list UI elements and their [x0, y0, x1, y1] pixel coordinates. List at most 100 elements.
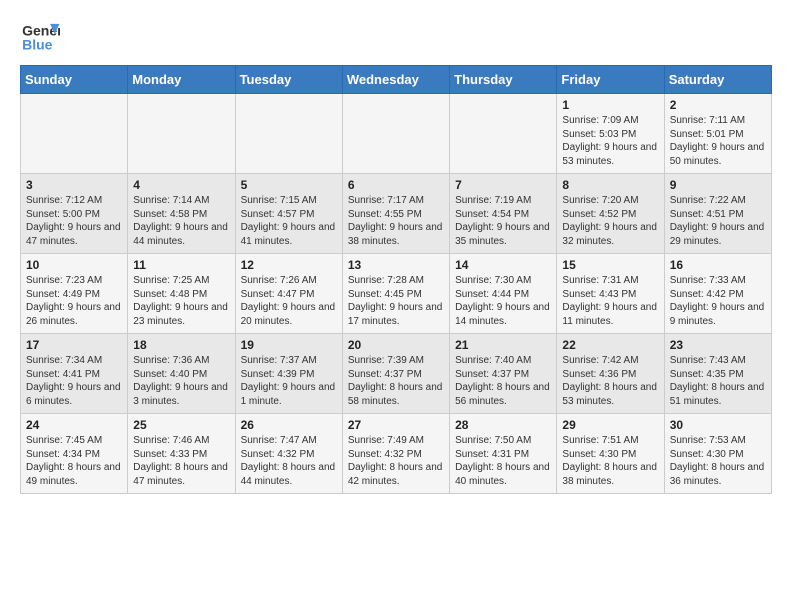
week-row-5: 24Sunrise: 7:45 AM Sunset: 4:34 PM Dayli… — [21, 414, 772, 494]
day-number: 28 — [455, 418, 551, 432]
calendar-cell: 23 Sunrise: 7:43 AM Sunset: 4:35 PM Dayli… — [664, 334, 771, 414]
calendar-cell: 10 Sunrise: 7:23 AM Sunset: 4:49 PM Dayli… — [21, 254, 128, 334]
day-number: 19 — [241, 338, 337, 352]
day-number: 11 — [133, 258, 229, 272]
day-info: Sunrise: 7:31 AM Sunset: 4:43 PM Dayligh… — [562, 274, 658, 328]
day-info: Sunrise: 7:15 AM Sunset: 4:57 PM Dayligh… — [241, 194, 337, 248]
calendar-cell: 28 Sunrise: 7:50 AM Sunset: 4:31 PM Dayli… — [450, 414, 557, 494]
day-number: 23 — [670, 338, 766, 352]
day-number: 5 — [241, 178, 337, 192]
logo: General Blue — [20, 20, 62, 55]
day-info: Sunrise: 7:09 AM Sunset: 5:03 PM Dayligh… — [562, 114, 658, 168]
header-day-sunday: Sunday — [21, 66, 128, 94]
calendar-cell: 7 Sunrise: 7:19 AM Sunset: 4:54 PM Daylig… — [450, 174, 557, 254]
day-number: 15 — [562, 258, 658, 272]
day-info: Sunrise: 7:42 AM Sunset: 4:36 PM Dayligh… — [562, 354, 658, 408]
day-info: Sunrise: 7:34 AM Sunset: 4:41 PM Dayligh… — [26, 354, 122, 408]
day-info: Sunrise: 7:50 AM Sunset: 4:31 PM Dayligh… — [455, 434, 551, 488]
calendar-cell: 24Sunrise: 7:45 AM Sunset: 4:34 PM Dayli… — [21, 414, 128, 494]
day-info: Sunrise: 7:33 AM Sunset: 4:42 PM Dayligh… — [670, 274, 766, 328]
day-info: Sunrise: 7:45 AM Sunset: 4:34 PM Dayligh… — [26, 434, 122, 488]
day-info: Sunrise: 7:17 AM Sunset: 4:55 PM Dayligh… — [348, 194, 444, 248]
calendar-cell: 29Sunrise: 7:51 AM Sunset: 4:30 PM Dayli… — [557, 414, 664, 494]
day-info: Sunrise: 7:14 AM Sunset: 4:58 PM Dayligh… — [133, 194, 229, 248]
header-day-tuesday: Tuesday — [235, 66, 342, 94]
day-info: Sunrise: 7:43 AM Sunset: 4:35 PM Dayligh… — [670, 354, 766, 408]
calendar-cell: 4 Sunrise: 7:14 AM Sunset: 4:58 PM Daylig… — [128, 174, 235, 254]
day-number: 25 — [133, 418, 229, 432]
calendar-cell: 5 Sunrise: 7:15 AM Sunset: 4:57 PM Daylig… — [235, 174, 342, 254]
logo-icon: General Blue — [20, 20, 60, 55]
day-info: Sunrise: 7:49 AM Sunset: 4:32 PM Dayligh… — [348, 434, 444, 488]
day-number: 2 — [670, 98, 766, 112]
day-info: Sunrise: 7:37 AM Sunset: 4:39 PM Dayligh… — [241, 354, 337, 408]
day-number: 12 — [241, 258, 337, 272]
calendar-cell: 11 Sunrise: 7:25 AM Sunset: 4:48 PM Dayli… — [128, 254, 235, 334]
calendar-cell: 16 Sunrise: 7:33 AM Sunset: 4:42 PM Dayli… — [664, 254, 771, 334]
svg-text:Blue: Blue — [22, 37, 53, 53]
calendar-cell: 1Sunrise: 7:09 AM Sunset: 5:03 PM Daylig… — [557, 94, 664, 174]
day-info: Sunrise: 7:53 AM Sunset: 4:30 PM Dayligh… — [670, 434, 766, 488]
week-row-1: 1Sunrise: 7:09 AM Sunset: 5:03 PM Daylig… — [21, 94, 772, 174]
day-info: Sunrise: 7:40 AM Sunset: 4:37 PM Dayligh… — [455, 354, 551, 408]
day-info: Sunrise: 7:46 AM Sunset: 4:33 PM Dayligh… — [133, 434, 229, 488]
calendar-cell: 8Sunrise: 7:20 AM Sunset: 4:52 PM Daylig… — [557, 174, 664, 254]
calendar-cell: 27Sunrise: 7:49 AM Sunset: 4:32 PM Dayli… — [342, 414, 449, 494]
day-number: 13 — [348, 258, 444, 272]
day-info: Sunrise: 7:36 AM Sunset: 4:40 PM Dayligh… — [133, 354, 229, 408]
day-info: Sunrise: 7:28 AM Sunset: 4:45 PM Dayligh… — [348, 274, 444, 328]
calendar-cell: 9Sunrise: 7:22 AM Sunset: 4:51 PM Daylig… — [664, 174, 771, 254]
day-number: 29 — [562, 418, 658, 432]
calendar-header-row: SundayMondayTuesdayWednesdayThursdayFrid… — [21, 66, 772, 94]
day-number: 14 — [455, 258, 551, 272]
day-number: 8 — [562, 178, 658, 192]
calendar-cell — [450, 94, 557, 174]
calendar-cell: 19 Sunrise: 7:37 AM Sunset: 4:39 PM Dayli… — [235, 334, 342, 414]
day-number: 18 — [133, 338, 229, 352]
day-info: Sunrise: 7:47 AM Sunset: 4:32 PM Dayligh… — [241, 434, 337, 488]
day-number: 9 — [670, 178, 766, 192]
calendar-cell: 3 Sunrise: 7:12 AM Sunset: 5:00 PM Daylig… — [21, 174, 128, 254]
calendar-cell: 18 Sunrise: 7:36 AM Sunset: 4:40 PM Dayli… — [128, 334, 235, 414]
calendar-cell — [235, 94, 342, 174]
day-number: 22 — [562, 338, 658, 352]
header-day-friday: Friday — [557, 66, 664, 94]
day-info: Sunrise: 7:11 AM Sunset: 5:01 PM Dayligh… — [670, 114, 766, 168]
calendar-cell: 17 Sunrise: 7:34 AM Sunset: 4:41 PM Dayli… — [21, 334, 128, 414]
day-number: 10 — [26, 258, 122, 272]
day-info: Sunrise: 7:19 AM Sunset: 4:54 PM Dayligh… — [455, 194, 551, 248]
day-info: Sunrise: 7:30 AM Sunset: 4:44 PM Dayligh… — [455, 274, 551, 328]
calendar-cell: 21 Sunrise: 7:40 AM Sunset: 4:37 PM Dayli… — [450, 334, 557, 414]
header-day-wednesday: Wednesday — [342, 66, 449, 94]
calendar-cell: 20Sunrise: 7:39 AM Sunset: 4:37 PM Dayli… — [342, 334, 449, 414]
calendar-cell: 30 Sunrise: 7:53 AM Sunset: 4:30 PM Dayli… — [664, 414, 771, 494]
day-number: 17 — [26, 338, 122, 352]
day-number: 20 — [348, 338, 444, 352]
day-number: 6 — [348, 178, 444, 192]
calendar-cell — [21, 94, 128, 174]
day-info: Sunrise: 7:26 AM Sunset: 4:47 PM Dayligh… — [241, 274, 337, 328]
day-info: Sunrise: 7:12 AM Sunset: 5:00 PM Dayligh… — [26, 194, 122, 248]
day-number: 16 — [670, 258, 766, 272]
day-number: 4 — [133, 178, 229, 192]
calendar-cell: 14 Sunrise: 7:30 AM Sunset: 4:44 PM Dayli… — [450, 254, 557, 334]
day-number: 26 — [241, 418, 337, 432]
calendar-cell: 22 Sunrise: 7:42 AM Sunset: 4:36 PM Dayli… — [557, 334, 664, 414]
header-day-monday: Monday — [128, 66, 235, 94]
day-number: 30 — [670, 418, 766, 432]
calendar-cell: 13 Sunrise: 7:28 AM Sunset: 4:45 PM Dayli… — [342, 254, 449, 334]
calendar-table: SundayMondayTuesdayWednesdayThursdayFrid… — [20, 65, 772, 494]
day-info: Sunrise: 7:25 AM Sunset: 4:48 PM Dayligh… — [133, 274, 229, 328]
day-number: 3 — [26, 178, 122, 192]
day-info: Sunrise: 7:23 AM Sunset: 4:49 PM Dayligh… — [26, 274, 122, 328]
day-number: 7 — [455, 178, 551, 192]
calendar-cell: 6 Sunrise: 7:17 AM Sunset: 4:55 PM Daylig… — [342, 174, 449, 254]
week-row-4: 17 Sunrise: 7:34 AM Sunset: 4:41 PM Dayli… — [21, 334, 772, 414]
header-day-saturday: Saturday — [664, 66, 771, 94]
calendar-cell: 12 Sunrise: 7:26 AM Sunset: 4:47 PM Dayli… — [235, 254, 342, 334]
page-header: General Blue — [20, 20, 772, 55]
day-number: 21 — [455, 338, 551, 352]
week-row-3: 10 Sunrise: 7:23 AM Sunset: 4:49 PM Dayli… — [21, 254, 772, 334]
week-row-2: 3 Sunrise: 7:12 AM Sunset: 5:00 PM Daylig… — [21, 174, 772, 254]
calendar-cell: 26 Sunrise: 7:47 AM Sunset: 4:32 PM Dayli… — [235, 414, 342, 494]
